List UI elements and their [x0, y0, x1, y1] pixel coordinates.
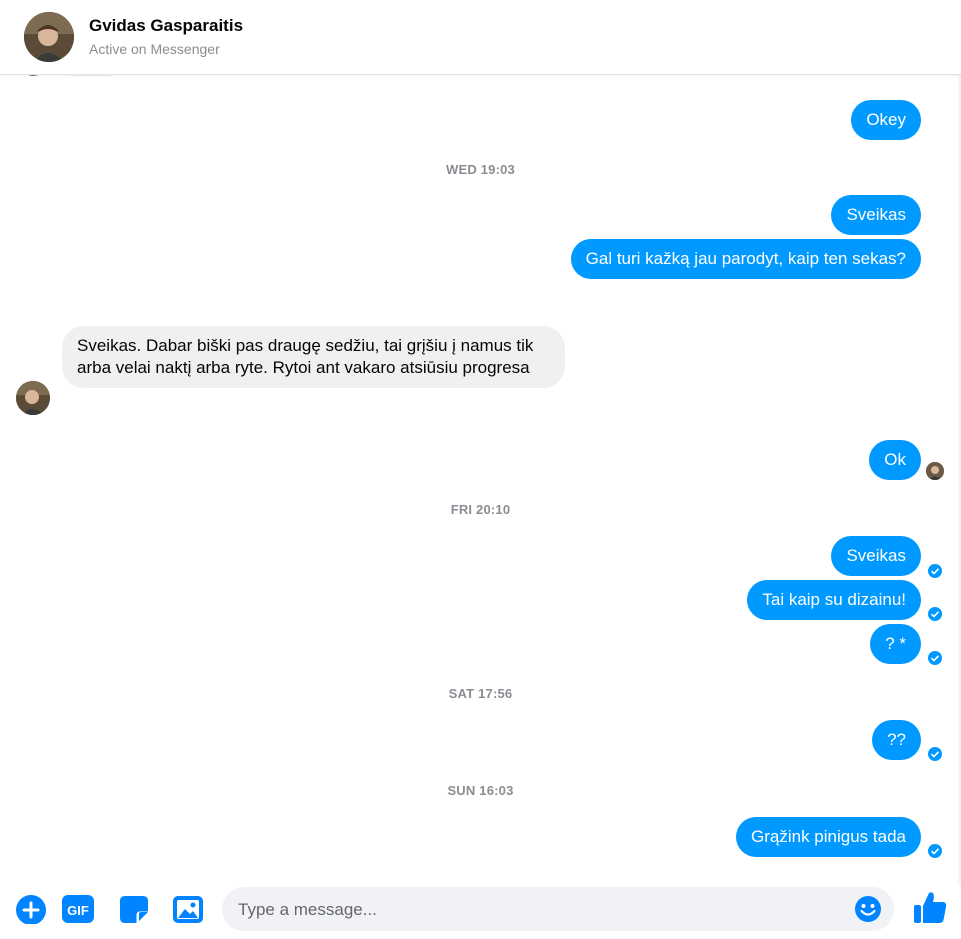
incoming-message[interactable]: Sveikas. Dabar biški pas draugę sedžiu, … [62, 326, 565, 388]
outgoing-message[interactable]: Grąžink pinigus tada [736, 817, 921, 857]
plus-icon[interactable] [15, 892, 47, 925]
outgoing-message[interactable]: Gal turi kažką jau parodyt, kaip ten sek… [570, 239, 921, 279]
message-input[interactable] [236, 887, 840, 933]
image-icon[interactable] [172, 892, 204, 924]
outgoing-message[interactable]: Okey [851, 100, 921, 140]
delivered-check-icon [928, 747, 942, 761]
outgoing-message[interactable]: Sveikas [831, 536, 921, 576]
contact-avatar[interactable] [24, 12, 74, 62]
timestamp-divider: FRI 20:10 [450, 502, 511, 517]
conversation-header: Gvidas Gasparaitis Active on Messenger [0, 0, 961, 75]
svg-text:GIF: GIF [67, 903, 89, 918]
outgoing-message[interactable]: ?? [872, 720, 921, 760]
sticker-icon[interactable] [118, 892, 150, 924]
gif-icon[interactable]: GIF [62, 892, 94, 924]
delivered-check-icon [928, 564, 942, 578]
outgoing-message[interactable]: Tai kaip su dizainu! [747, 580, 921, 620]
outgoing-message[interactable]: Sveikas [831, 195, 921, 235]
seen-avatar [926, 462, 944, 480]
delivered-check-icon [928, 651, 942, 665]
timestamp-divider: SAT 17:56 [448, 686, 513, 701]
timestamp-divider: WED 19:03 [446, 162, 515, 177]
message-input-container[interactable] [222, 887, 894, 933]
timestamp-divider: SUN 16:03 [447, 783, 514, 798]
outgoing-message[interactable]: ? * [870, 624, 921, 664]
delivered-check-icon [928, 607, 942, 621]
contact-status: Active on Messenger [89, 41, 220, 57]
thumbs-up-icon[interactable] [912, 889, 948, 925]
delivered-check-icon [928, 844, 942, 858]
outgoing-message[interactable]: Ok [869, 440, 921, 480]
emoji-icon[interactable] [854, 895, 882, 923]
contact-avatar-small[interactable] [16, 381, 50, 415]
contact-name[interactable]: Gvidas Gasparaitis [89, 16, 243, 36]
